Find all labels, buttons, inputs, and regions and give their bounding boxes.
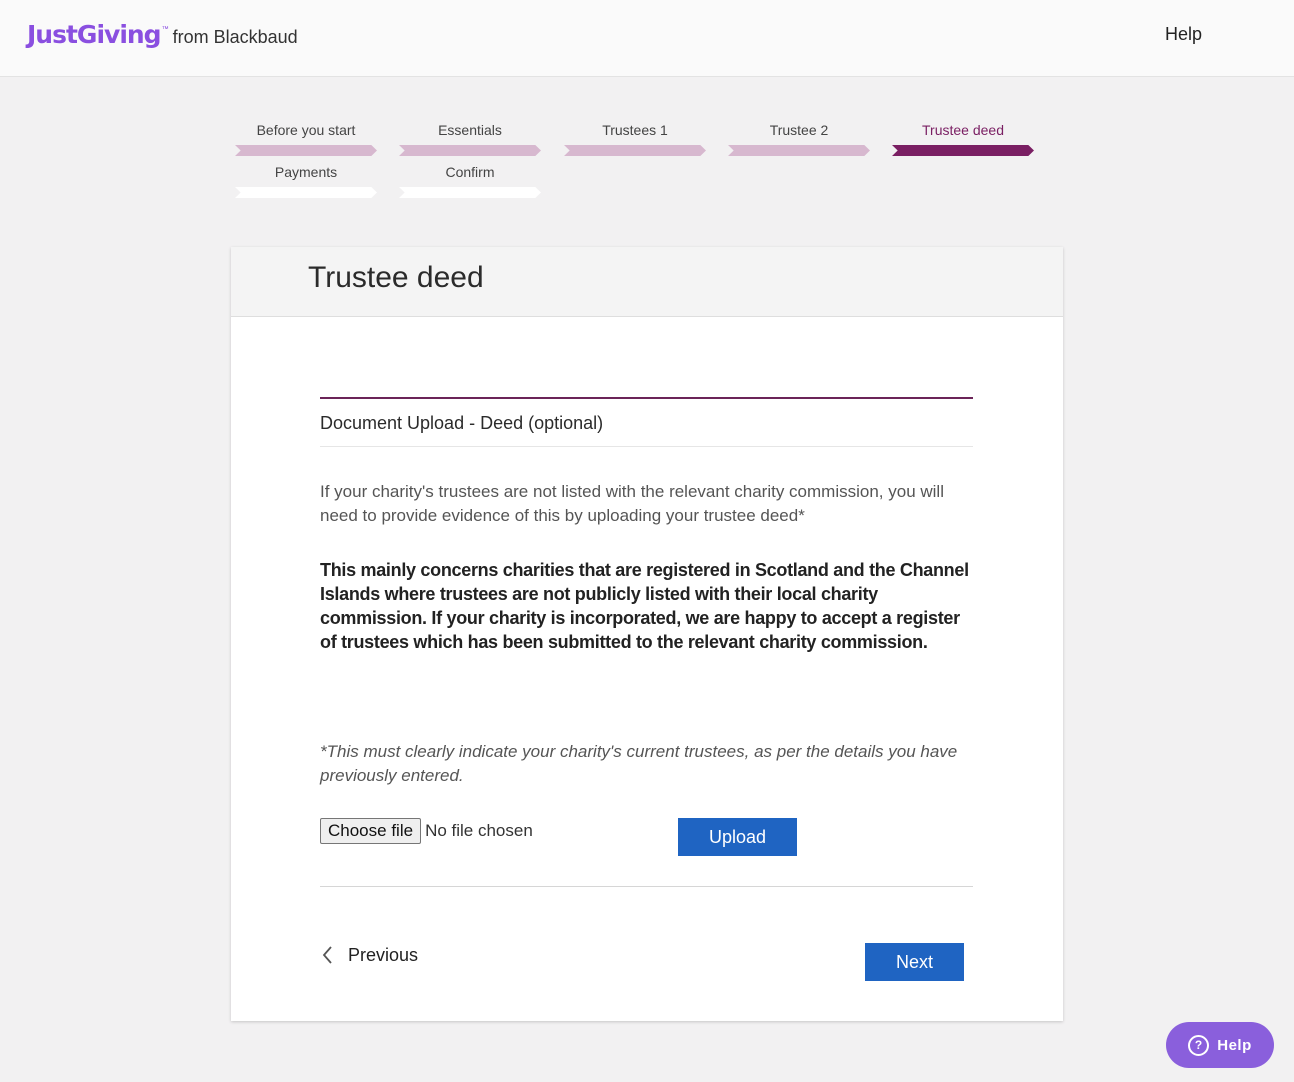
floating-help-button[interactable]: ? Help — [1166, 1022, 1274, 1068]
section-subdivider — [320, 446, 973, 447]
previous-button[interactable]: Previous — [320, 944, 418, 966]
trustee-deed-card: Trustee deed Document Upload - Deed (opt… — [231, 247, 1063, 1021]
question-icon: ? — [1188, 1034, 1210, 1056]
upload-button[interactable]: Upload — [678, 818, 797, 856]
step-trustee-2: Trustee 2 — [728, 120, 870, 156]
step-trustees-1: Trustees 1 — [564, 120, 706, 156]
step-label: Payments — [274, 164, 338, 180]
logo-subtitle: from Blackbaud — [172, 27, 298, 47]
step-trustee-deed: Trustee deed — [892, 120, 1034, 156]
previous-label: Previous — [348, 944, 419, 965]
step-essentials: Essentials — [399, 120, 541, 156]
step-label: Essentials — [438, 122, 502, 138]
step-bar — [235, 145, 377, 156]
header-help-link[interactable]: Help — [1165, 24, 1202, 45]
step-payments: Payments — [235, 162, 377, 198]
file-status: No file chosen — [425, 821, 533, 840]
step-label: Confirm — [445, 164, 495, 180]
section-divider — [320, 397, 973, 399]
page-title: Trustee deed — [308, 261, 484, 294]
step-label: Trustee 2 — [769, 122, 829, 138]
step-label: Trustee deed — [922, 122, 1004, 138]
step-confirm: Confirm — [399, 162, 541, 198]
step-bar — [399, 145, 541, 156]
logo-trademark: ™ — [161, 26, 169, 33]
file-input[interactable]: Choose file No file chosen — [320, 818, 533, 844]
card-header: Trustee deed — [231, 247, 1063, 317]
logo-wordmark: JustGiving — [27, 20, 162, 49]
step-bar — [564, 145, 706, 156]
step-bar — [728, 145, 870, 156]
step-bar — [892, 145, 1034, 156]
intro-text: If your charity's trustees are not liste… — [320, 482, 944, 525]
scotland-notice: This mainly concerns charities that are … — [320, 560, 969, 652]
site-header: JustGiving ™ from Blackbaud Help — [0, 0, 1294, 77]
step-bar — [235, 187, 377, 198]
step-bar — [399, 187, 541, 198]
justgiving-logo[interactable]: JustGiving ™ from Blackbaud — [27, 20, 298, 49]
step-label: Trustees 1 — [602, 122, 668, 138]
step-label: Before you start — [256, 122, 356, 138]
form-divider — [320, 886, 973, 887]
section-heading: Document Upload - Deed (optional) — [320, 413, 604, 433]
trustee-note: *This must clearly indicate your charity… — [320, 742, 958, 785]
floating-help-label: Help — [1217, 1036, 1252, 1054]
next-button[interactable]: Next — [865, 943, 964, 981]
choose-file-button[interactable]: Choose file — [320, 818, 422, 844]
chevron-left-icon — [322, 946, 332, 964]
step-before-you-start: Before you start — [235, 120, 377, 156]
